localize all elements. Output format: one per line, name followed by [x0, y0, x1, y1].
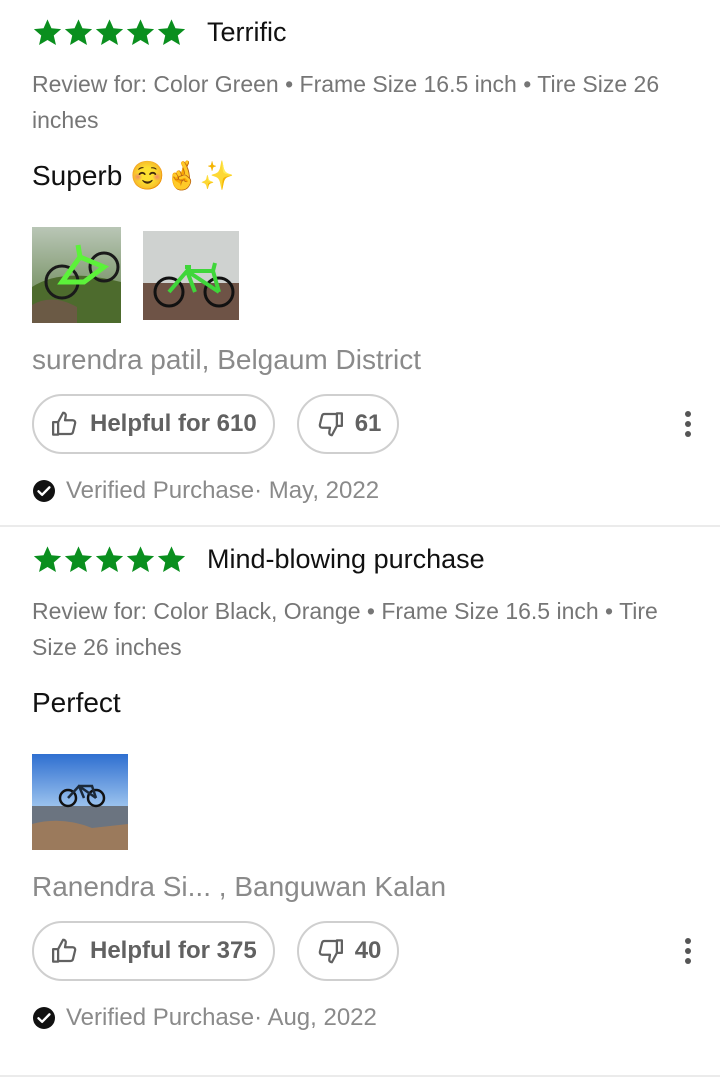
star-icon	[63, 544, 94, 575]
verified-purchase-text: Verified Purchase· May, 2022	[66, 477, 380, 504]
verified-check-icon	[32, 1006, 56, 1030]
review-title: Mind-blowing purchase	[207, 543, 485, 574]
not-helpful-button[interactable]: 61	[296, 394, 400, 454]
review-actions: Helpful for 610 61	[32, 392, 691, 456]
verified-purchase: Verified Purchase· May, 2022	[32, 474, 688, 508]
star-icon	[63, 17, 94, 48]
helpful-label: Helpful for 375	[90, 937, 257, 964]
not-helpful-count: 61	[354, 410, 382, 437]
review-author: surendra patil, Belgaum District	[32, 344, 422, 375]
more-options-icon[interactable]	[684, 937, 692, 965]
star-icon	[156, 544, 187, 575]
verified-check-icon	[32, 479, 56, 503]
review-card: Mind-blowing purchase Review for: Color …	[0, 527, 720, 1077]
review-actions: Helpful for 375 40	[32, 919, 691, 983]
star-rating	[32, 544, 187, 575]
star-icon	[94, 544, 125, 575]
review-photo-thumbnail[interactable]	[32, 227, 121, 323]
thumb-up-icon	[50, 936, 80, 966]
helpful-label: Helpful for 610	[90, 410, 257, 437]
review-body: Perfect	[32, 687, 121, 718]
thumb-up-icon	[50, 409, 80, 439]
star-icon	[125, 544, 156, 575]
not-helpful-count: 40	[354, 937, 382, 964]
thumb-down-icon	[315, 936, 345, 966]
helpful-button[interactable]: Helpful for 375	[32, 921, 275, 981]
review-photos	[32, 226, 688, 324]
review-photo-thumbnail[interactable]	[32, 754, 128, 850]
star-icon	[32, 17, 63, 48]
review-photo-thumbnail[interactable]	[143, 230, 239, 320]
review-photos	[32, 753, 688, 851]
star-icon	[94, 17, 125, 48]
verified-purchase-text: Verified Purchase· Aug, 2022	[66, 1004, 377, 1031]
review-title: Terrific	[207, 16, 287, 47]
thumb-down-icon	[315, 409, 345, 439]
review-card: Terrific Review for: Color Green • Frame…	[0, 0, 720, 527]
rating-row: Terrific	[32, 0, 688, 50]
review-author: Ranendra Si... , Banguwan Kalan	[32, 871, 447, 902]
review-variant: Review for: Color Black, Orange • Frame …	[32, 598, 658, 660]
star-icon	[32, 544, 63, 575]
more-options-icon[interactable]	[684, 410, 692, 438]
review-body: Superb ☺️🤞✨	[32, 160, 235, 191]
verified-purchase: Verified Purchase· Aug, 2022	[32, 1001, 688, 1035]
rating-row: Mind-blowing purchase	[32, 527, 688, 577]
star-icon	[156, 17, 187, 48]
star-rating	[32, 17, 187, 48]
star-icon	[125, 17, 156, 48]
not-helpful-button[interactable]: 40	[296, 921, 400, 981]
helpful-button[interactable]: Helpful for 610	[32, 394, 275, 454]
review-variant: Review for: Color Green • Frame Size 16.…	[32, 71, 660, 133]
